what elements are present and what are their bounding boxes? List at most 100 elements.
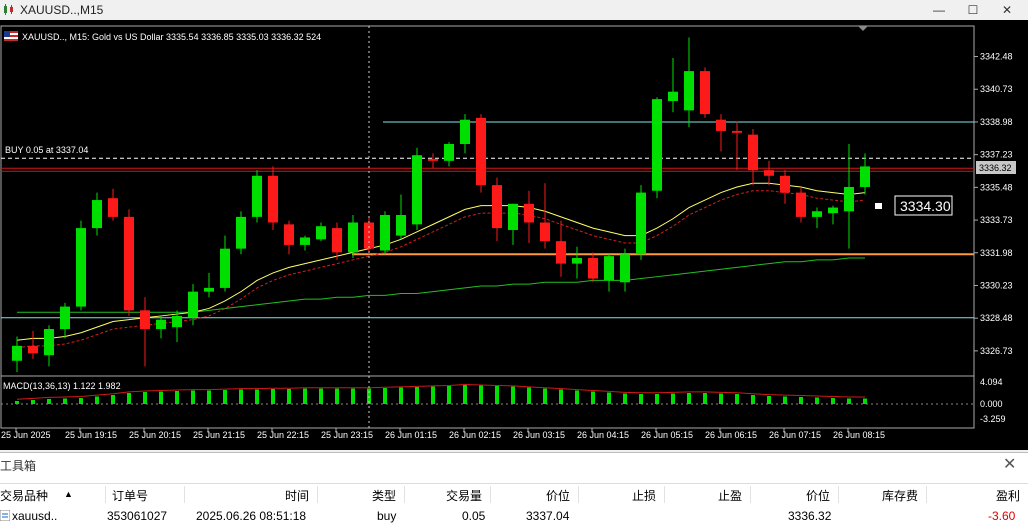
- macd-tick-label: -3.259: [980, 414, 1006, 424]
- macd-bar: [15, 401, 19, 404]
- x-tick-label: 25 Jun 19:15: [65, 430, 117, 440]
- y-tick-label: 3335.48: [980, 182, 1013, 192]
- macd-bar: [287, 389, 291, 404]
- price-tag-text: 3334.30: [900, 198, 951, 214]
- y-tick-label: 3338.98: [980, 117, 1013, 127]
- macd-bar: [111, 395, 115, 404]
- col-volume[interactable]: 交易量: [446, 487, 482, 504]
- macd-label: MACD(13,36,13) 1.122 1.982: [3, 381, 121, 391]
- macd-bar: [303, 388, 307, 404]
- x-tick-label: 26 Jun 06:15: [705, 430, 757, 440]
- candle-body: [796, 192, 806, 217]
- candle-body: [428, 158, 438, 161]
- candle-body: [604, 256, 614, 281]
- candle-body: [412, 155, 422, 225]
- chart-shift-marker-icon[interactable]: [858, 26, 868, 31]
- x-tick-label: 26 Jun 07:15: [769, 430, 821, 440]
- window-titlebar: XAUUSD..,M15 — ☐ ✕: [0, 0, 1028, 20]
- macd-bar: [207, 390, 211, 404]
- macd-bar: [463, 385, 467, 404]
- col-ticket[interactable]: 订单号: [112, 487, 148, 504]
- x-tick-label: 25 Jun 20:15: [129, 430, 181, 440]
- candle-body: [508, 203, 518, 230]
- table-row[interactable]: xauusd.. 353061027 2025.06.26 08:51:18 b…: [0, 506, 1028, 525]
- cell-profit: -3.60: [988, 509, 1016, 523]
- position-buy-icon: [0, 510, 10, 521]
- toolbox-close-icon[interactable]: ✕: [1003, 454, 1016, 474]
- candle-body: [172, 315, 182, 328]
- macd-bar: [31, 400, 35, 404]
- x-tick-label: 26 Jun 04:15: [577, 430, 629, 440]
- macd-bar: [399, 387, 403, 404]
- macd-bar: [319, 388, 323, 404]
- candle-body: [460, 119, 470, 144]
- macd-bar: [527, 387, 531, 404]
- cell-time: 2025.06.26 08:51:18: [196, 509, 307, 523]
- candle-body: [380, 215, 390, 251]
- candle-body: [540, 222, 550, 242]
- y-tick-label: 3337.23: [980, 150, 1013, 160]
- x-tick-label: 25 Jun 23:15: [321, 430, 373, 440]
- col-profit[interactable]: 盈利: [996, 487, 1020, 504]
- x-tick-label: 25 Jun 22:15: [257, 430, 309, 440]
- candle-body: [124, 216, 134, 311]
- macd-bar: [47, 399, 51, 404]
- macd-tick-label: 4.094: [980, 377, 1003, 387]
- candle-body: [220, 248, 230, 288]
- col-tp[interactable]: 止盈: [718, 487, 742, 504]
- x-tick-label: 25 Jun 2025: [1, 430, 51, 440]
- macd-bar: [559, 389, 563, 404]
- candle-body: [60, 306, 70, 330]
- candle-body: [620, 254, 630, 283]
- close-window-button[interactable]: ✕: [990, 0, 1024, 20]
- candle-body: [828, 207, 838, 214]
- toolbox-title: 工具箱: [0, 459, 37, 473]
- candle-body: [860, 166, 870, 187]
- macd-bar: [127, 393, 131, 404]
- macd-bar: [351, 388, 355, 404]
- candle-body: [636, 192, 646, 255]
- minimize-button[interactable]: —: [922, 0, 956, 20]
- col-type[interactable]: 类型: [372, 487, 396, 504]
- macd-bar: [783, 396, 787, 404]
- cell-type: buy: [377, 509, 397, 523]
- chart-canvas[interactable]: 3342.48 3340.73 3338.98 3337.23 3335.48 3333.…: [0, 20, 1028, 450]
- col-swap[interactable]: 库存费: [882, 487, 918, 504]
- macd-bar: [815, 397, 819, 404]
- x-tick-label: 25 Jun 21:15: [193, 430, 245, 440]
- candlestick-app-icon: [4, 4, 13, 15]
- col-time[interactable]: 时间: [285, 487, 309, 504]
- macd-bar: [623, 393, 627, 404]
- col-open-price[interactable]: 价位: [546, 487, 570, 504]
- col-sl[interactable]: 止损: [632, 487, 656, 504]
- macd-bar: [799, 397, 803, 404]
- col-price[interactable]: 价位: [806, 487, 830, 504]
- current-price-label: 3336.32: [979, 163, 1012, 173]
- candle-body: [396, 215, 406, 236]
- macd-bar: [575, 390, 579, 404]
- macd-bar: [831, 398, 835, 404]
- candle-body: [524, 203, 534, 223]
- macd-bar: [735, 394, 739, 404]
- col-symbol[interactable]: 交易品种: [0, 487, 48, 504]
- macd-bar: [479, 385, 483, 404]
- cell-volume: 0.05: [462, 509, 486, 523]
- candle-body: [12, 345, 22, 361]
- candle-body: [236, 216, 246, 249]
- x-tick-label: 26 Jun 05:15: [641, 430, 693, 440]
- candle-body: [716, 119, 726, 131]
- y-tick-label: 3330.23: [980, 280, 1013, 290]
- macd-bar: [223, 390, 227, 404]
- maximize-button[interactable]: ☐: [956, 0, 990, 20]
- trade-table-header: 交易品种 ▲ 订单号 时间 类型 交易量 价位 止损 止盈 价位 库存费 盈利: [0, 483, 1028, 507]
- price-chart[interactable]: 3342.48 3340.73 3338.98 3337.23 3335.48 3333.…: [0, 20, 1028, 450]
- x-tick-label: 26 Jun 02:15: [449, 430, 501, 440]
- macd-bar: [335, 388, 339, 404]
- candle-body: [140, 310, 150, 330]
- macd-bar: [383, 388, 387, 404]
- candle-body: [284, 224, 294, 245]
- sort-arrow-icon[interactable]: ▲: [64, 489, 73, 499]
- cell-open-price: 3337.04: [526, 509, 570, 523]
- y-tick-label: 3342.48: [980, 52, 1013, 62]
- candle-body: [668, 91, 678, 102]
